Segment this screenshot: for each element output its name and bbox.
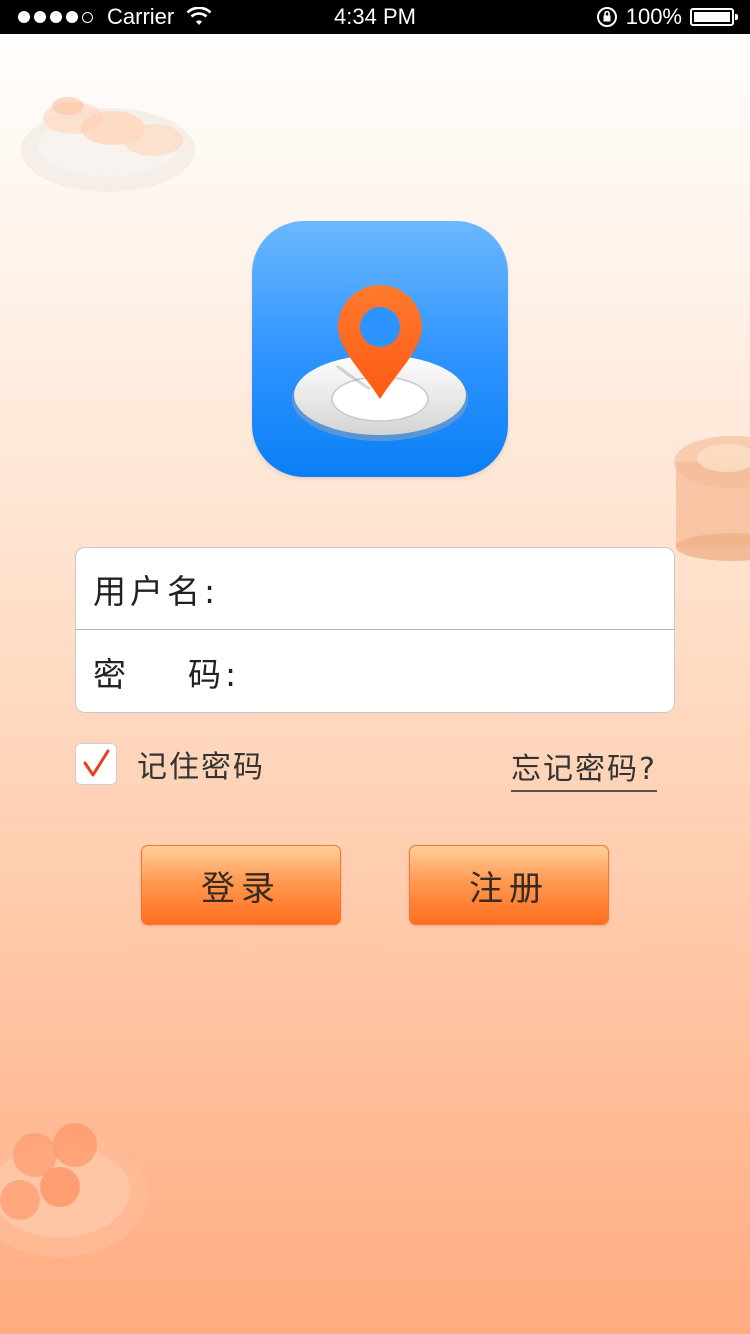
login-button[interactable]: 登录 [141, 845, 341, 925]
forgot-password-link[interactable]: 忘记密码? [511, 744, 657, 792]
rotation-lock-icon [596, 6, 618, 28]
username-input[interactable] [243, 558, 667, 620]
shrimp-plate-decoration [0, 1115, 150, 1269]
form-divider [76, 629, 674, 630]
username-label: 用户名: [93, 572, 220, 611]
remember-password-checkbox[interactable] [75, 743, 117, 785]
status-bar: Carrier 4:34 PM 100% [0, 0, 750, 34]
register-button[interactable]: 注册 [409, 845, 609, 925]
sushi-plate-decoration [18, 78, 198, 202]
bowl-decoration [672, 420, 750, 569]
password-label: 密 码: [93, 655, 241, 694]
map-pin-on-plate-icon [292, 285, 468, 441]
checkmark-icon [83, 749, 110, 777]
username-row[interactable]: 用户名: [76, 548, 674, 630]
app-logo [252, 221, 508, 477]
remember-password-row[interactable]: 记住密码 [75, 742, 265, 786]
password-input[interactable] [243, 641, 667, 703]
remember-password-label: 记住密码 [137, 750, 265, 785]
battery-percentage: 100% [625, 4, 682, 29]
login-form: 用户名: 密 码: [75, 547, 675, 713]
status-bar-right: 100% [596, 0, 738, 34]
battery-icon [690, 8, 738, 26]
password-row[interactable]: 密 码: [76, 631, 674, 713]
